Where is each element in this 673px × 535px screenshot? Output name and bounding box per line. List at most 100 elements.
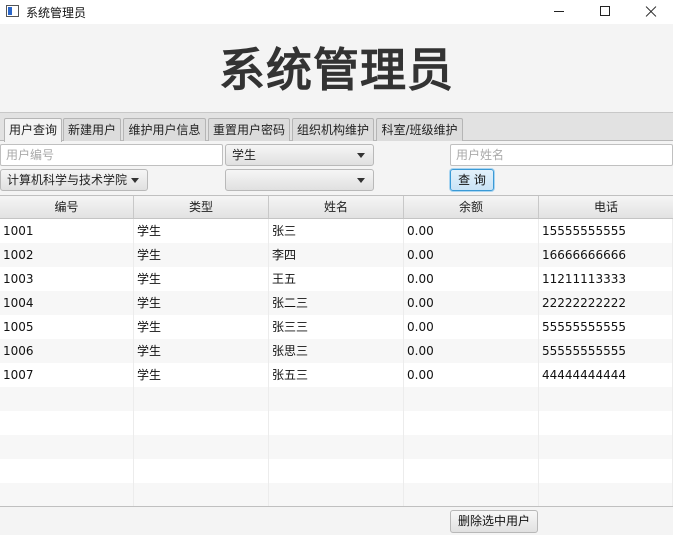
cell-phone: 16666666666 xyxy=(539,243,673,267)
cell-balance xyxy=(404,387,539,411)
chevron-down-icon xyxy=(357,178,365,183)
table-body: 1001 学生 张三 0.00 15555555555 1002 学生 李四 0.00 16666… xyxy=(0,219,673,506)
cell-name xyxy=(269,483,404,506)
table-row[interactable]: 1004 学生 张二三 0.00 22222222222 xyxy=(0,291,673,315)
chevron-down-icon xyxy=(357,153,365,158)
tab-org-maintenance[interactable]: 组织机构维护 xyxy=(292,118,374,141)
tab-maintain-user-info[interactable]: 维护用户信息 xyxy=(123,118,206,141)
cell-type: 学生 xyxy=(134,315,269,339)
column-header-id[interactable]: 编号 xyxy=(0,196,134,218)
table-row[interactable]: 1005 学生 张三三 0.00 55555555555 xyxy=(0,315,673,339)
cell-name: 李四 xyxy=(269,243,404,267)
user-type-select[interactable]: 学生 xyxy=(225,144,374,166)
window-title: 系统管理员 xyxy=(26,6,87,20)
empty-table-row xyxy=(0,483,673,506)
cell-balance: 0.00 xyxy=(404,219,539,243)
column-header-name[interactable]: 姓名 xyxy=(269,196,404,218)
cell-balance xyxy=(404,483,539,506)
cell-phone: 15555555555 xyxy=(539,219,673,243)
cell-name: 张五三 xyxy=(269,363,404,387)
column-header-balance[interactable]: 余额 xyxy=(404,196,539,218)
cell-phone xyxy=(539,435,673,459)
column-header-type[interactable]: 类型 xyxy=(134,196,269,218)
maximize-icon[interactable] xyxy=(582,0,628,24)
cell-id: 1002 xyxy=(0,243,134,267)
cell-type: 学生 xyxy=(134,339,269,363)
tab-bar: 用户查询 新建用户 维护用户信息 重置用户密码 组织机构维护 科室/班级维护 xyxy=(0,112,673,142)
tab-dept-class-maintenance[interactable]: 科室/班级维护 xyxy=(376,118,463,141)
cell-balance: 0.00 xyxy=(404,339,539,363)
cell-id: 1007 xyxy=(0,363,134,387)
cell-phone xyxy=(539,483,673,506)
query-button[interactable]: 查 询 xyxy=(450,169,494,191)
cell-balance: 0.00 xyxy=(404,243,539,267)
cell-type: 学生 xyxy=(134,267,269,291)
user-name-input[interactable]: 用户姓名 xyxy=(450,144,673,166)
cell-id xyxy=(0,387,134,411)
empty-table-row xyxy=(0,387,673,411)
chevron-down-icon xyxy=(131,178,139,183)
cell-balance: 0.00 xyxy=(404,291,539,315)
cell-name xyxy=(269,387,404,411)
cell-type xyxy=(134,411,269,435)
user-id-input[interactable]: 用户编号 xyxy=(0,144,223,166)
empty-table-row xyxy=(0,411,673,435)
user-table[interactable]: 编号 类型 姓名 余额 电话 1001 学生 张三 0.00 15555555555 10… xyxy=(0,195,673,507)
cell-phone: 11211113333 xyxy=(539,267,673,291)
cell-balance: 0.00 xyxy=(404,267,539,291)
table-row[interactable]: 1002 学生 李四 0.00 16666666666 xyxy=(0,243,673,267)
table-row[interactable]: 1007 学生 张五三 0.00 44444444444 xyxy=(0,363,673,387)
cell-phone: 55555555555 xyxy=(539,339,673,363)
tab-new-user[interactable]: 新建用户 xyxy=(63,118,121,141)
cell-id: 1003 xyxy=(0,267,134,291)
table-row[interactable]: 1006 学生 张思三 0.00 55555555555 xyxy=(0,339,673,363)
app-window-icon xyxy=(6,5,19,17)
table-header: 编号 类型 姓名 余额 电话 xyxy=(0,196,673,219)
delete-selected-user-button[interactable]: 删除选中用户 xyxy=(450,510,538,533)
cell-name xyxy=(269,411,404,435)
cell-name xyxy=(269,459,404,483)
cell-type xyxy=(134,459,269,483)
column-header-phone[interactable]: 电话 xyxy=(539,196,673,218)
cell-name: 张三 xyxy=(269,219,404,243)
cell-name xyxy=(269,435,404,459)
user-type-value: 学生 xyxy=(232,148,257,162)
cell-balance xyxy=(404,435,539,459)
page-header: 系统管理员 xyxy=(0,24,673,112)
cell-id xyxy=(0,459,134,483)
page-title: 系统管理员 xyxy=(219,43,454,97)
empty-table-row xyxy=(0,459,673,483)
tab-reset-password[interactable]: 重置用户密码 xyxy=(208,118,290,141)
cell-phone: 55555555555 xyxy=(539,315,673,339)
cell-id xyxy=(0,483,134,506)
cell-balance xyxy=(404,411,539,435)
department-value: 计算机科学与技术学院 xyxy=(7,173,128,187)
table-row[interactable]: 1001 学生 张三 0.00 15555555555 xyxy=(0,219,673,243)
footer-bar: 删除选中用户 xyxy=(0,507,673,535)
cell-name: 张二三 xyxy=(269,291,404,315)
cell-type: 学生 xyxy=(134,243,269,267)
department-select[interactable]: 计算机科学与技术学院 xyxy=(0,169,148,191)
cell-phone xyxy=(539,459,673,483)
cell-id: 1005 xyxy=(0,315,134,339)
table-row[interactable]: 1003 学生 王五 0.00 11211113333 xyxy=(0,267,673,291)
minimize-icon[interactable] xyxy=(536,0,582,24)
cell-id xyxy=(0,435,134,459)
cell-type: 学生 xyxy=(134,363,269,387)
cell-balance: 0.00 xyxy=(404,363,539,387)
empty-table-row xyxy=(0,435,673,459)
cell-phone: 44444444444 xyxy=(539,363,673,387)
tab-user-query[interactable]: 用户查询 xyxy=(4,118,62,142)
close-icon[interactable] xyxy=(627,0,673,24)
cell-phone xyxy=(539,387,673,411)
cell-type xyxy=(134,387,269,411)
cell-name: 王五 xyxy=(269,267,404,291)
cell-balance xyxy=(404,459,539,483)
cell-type xyxy=(134,483,269,506)
cell-type xyxy=(134,435,269,459)
cell-phone xyxy=(539,411,673,435)
cell-balance: 0.00 xyxy=(404,315,539,339)
cell-type: 学生 xyxy=(134,219,269,243)
class-select[interactable] xyxy=(225,169,374,191)
cell-name: 张思三 xyxy=(269,339,404,363)
